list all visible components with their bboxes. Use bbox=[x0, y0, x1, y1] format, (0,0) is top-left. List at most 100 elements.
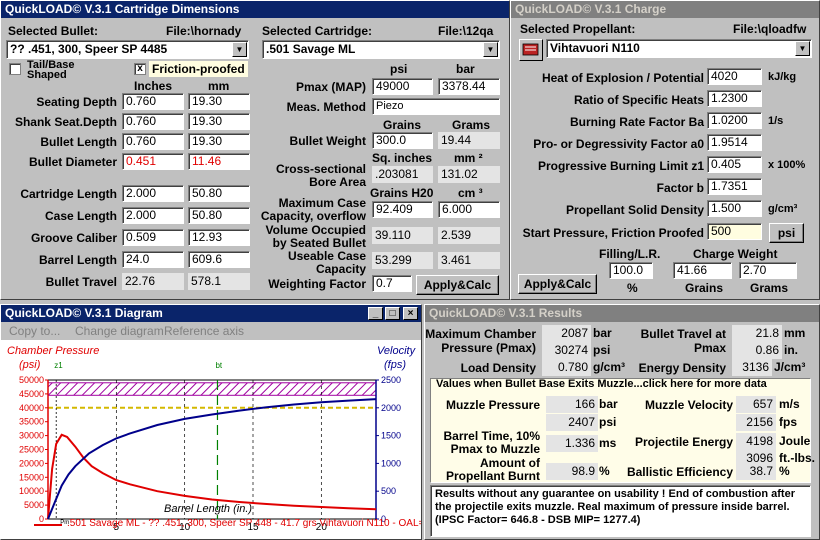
muzzle-pressure-psi-unit: psi bbox=[599, 415, 617, 429]
rows2-inches-field-0[interactable]: 2.000 bbox=[122, 185, 184, 202]
friction-proofed-checkbox[interactable]: x bbox=[134, 63, 146, 75]
y-left-tick-label: 10000 bbox=[19, 486, 44, 496]
charge-param-field-0[interactable]: 4020 bbox=[707, 68, 762, 85]
propellant-file-label: File:\qloadfw bbox=[733, 22, 807, 36]
useable-case-label-1: Useable Case bbox=[287, 249, 366, 263]
charge-param-unit-4: x 100% bbox=[768, 159, 806, 171]
bullet-travel-in-value: 0.86 bbox=[732, 342, 782, 359]
barrel-time-unit: ms bbox=[599, 436, 617, 450]
projectile-energy-joule-unit: Joule bbox=[779, 434, 811, 448]
rows1-mm-field-1[interactable]: 19.30 bbox=[188, 113, 250, 130]
charge-apply-calc-button[interactable]: Apply&Calc bbox=[518, 274, 597, 294]
load-density-label: Load Density bbox=[460, 361, 536, 375]
muzzle-velocity-fps-unit: fps bbox=[779, 415, 797, 429]
propellant-db-icon[interactable] bbox=[519, 39, 543, 61]
filling-field[interactable]: 100.0 bbox=[609, 262, 653, 279]
pmax-psi-field[interactable]: 49000 bbox=[372, 78, 433, 95]
close-icon[interactable]: × bbox=[403, 307, 418, 320]
rows2-inches-field-1[interactable]: 2.000 bbox=[122, 207, 184, 224]
menu-change-diagram[interactable]: Change diagram bbox=[75, 324, 164, 338]
volume-occupied-label-2: by Seated Bullet bbox=[272, 236, 366, 250]
pmax-bar-field[interactable]: 3378.44 bbox=[438, 78, 500, 95]
max-case-label-2: Capacity, overflow bbox=[260, 209, 366, 223]
diagram-window-title: QuickLOAD© V.3.1 Diagram _ □ × bbox=[1, 305, 421, 322]
y-right-tick-label: 2500 bbox=[381, 375, 401, 385]
propellant-select-value: Vihtavuori N110 bbox=[550, 41, 640, 55]
volume-occupied-grains-value: 39.110 bbox=[372, 227, 433, 244]
charge-param-field-2[interactable]: 1.0200 bbox=[707, 112, 762, 129]
barrel-time-label-2: Pmax to Muzzle bbox=[450, 442, 540, 456]
rows2-label-0: Cartridge Length bbox=[20, 187, 117, 201]
rows1-inches-field-3[interactable]: 0.451 bbox=[122, 153, 184, 170]
friction-proofed-label: Friction-proofed bbox=[149, 61, 248, 77]
rows2-mm-field-0[interactable]: 50.80 bbox=[188, 185, 250, 202]
menu-reference-axis[interactable]: Reference axis bbox=[164, 324, 244, 338]
rows1-label-2: Bullet Length bbox=[40, 135, 117, 149]
muzzle-velocity-fps-value: 2156 bbox=[736, 414, 776, 431]
meas-method-field[interactable]: Piezo bbox=[372, 98, 500, 115]
y-left-tick-label: 45000 bbox=[19, 389, 44, 399]
start-pressure-label: Start Pressure, Friction Proofed bbox=[522, 226, 704, 240]
muzzle-pressure-psi-value: 2407 bbox=[546, 414, 598, 431]
max-chamber-psi-value: 30274 bbox=[542, 342, 591, 359]
muzzle-values-title[interactable]: Values when Bullet Base Exits Muzzle...c… bbox=[436, 378, 767, 390]
charge-grams-field[interactable]: 2.70 bbox=[739, 262, 797, 279]
charge-grains-label: Grains bbox=[685, 281, 724, 295]
propellant-burnt-label-2: Propellant Burnt bbox=[445, 469, 540, 483]
max-case-label-1: Maximum Case bbox=[278, 196, 366, 210]
menu-copy-to[interactable]: Copy to... bbox=[9, 324, 60, 338]
rows1-inches-field-0[interactable]: 0.760 bbox=[122, 93, 184, 110]
muzzle-values-box[interactable]: Values when Bullet Base Exits Muzzle...c… bbox=[430, 378, 815, 483]
rows1-inches-field-2[interactable]: 0.760 bbox=[122, 133, 184, 150]
load-density-value: 0.780 bbox=[542, 359, 591, 376]
col-mm: mm bbox=[208, 79, 230, 93]
rows2-inches-field-3[interactable]: 24.0 bbox=[122, 251, 184, 268]
y-left-tick-label: 50000 bbox=[19, 375, 44, 385]
cartridge-select[interactable]: .501 Savage ML ▼ bbox=[262, 40, 500, 59]
max-case-cm3-field[interactable]: 6.000 bbox=[438, 201, 500, 218]
load-density-unit: g/cm³ bbox=[593, 360, 626, 374]
rows1-inches-field-1[interactable]: 0.760 bbox=[122, 113, 184, 130]
rows2-label-1: Case Length bbox=[44, 209, 117, 223]
energy-density-unit: J/cm³ bbox=[774, 360, 806, 374]
filling-label: Filling/L.R. bbox=[599, 247, 661, 261]
charge-param-field-1[interactable]: 1.2300 bbox=[707, 90, 762, 107]
tail-base-checkbox[interactable] bbox=[9, 63, 21, 75]
cross-section-sqin-value: .203081 bbox=[372, 166, 433, 183]
selected-propellant-label: Selected Propellant: bbox=[520, 22, 636, 36]
max-case-grains-field[interactable]: 92.409 bbox=[372, 201, 433, 218]
rows1-mm-field-0[interactable]: 19.30 bbox=[188, 93, 250, 110]
charge-grains-field[interactable]: 41.66 bbox=[673, 262, 732, 279]
projectile-energy-joule-value: 4198 bbox=[736, 433, 776, 450]
rows2-inches-field-2[interactable]: 0.509 bbox=[122, 229, 184, 246]
results-window-title: QuickLOAD© V.3.1 Results bbox=[425, 305, 819, 322]
charge-param-field-6[interactable]: 1.500 bbox=[707, 200, 762, 217]
chevron-down-icon[interactable]: ▼ bbox=[232, 42, 247, 57]
chevron-down-icon[interactable]: ▼ bbox=[483, 42, 498, 57]
rows2-mm-field-2[interactable]: 12.93 bbox=[188, 229, 250, 246]
max-chamber-bar-value: 2087 bbox=[542, 325, 591, 342]
start-pressure-unit-button[interactable]: psi bbox=[769, 223, 804, 243]
charge-param-field-5[interactable]: 1.7351 bbox=[707, 178, 762, 195]
charge-param-field-3[interactable]: 1.9514 bbox=[707, 134, 762, 151]
maximize-icon[interactable]: □ bbox=[385, 307, 400, 320]
muzzle-velocity-ms-value: 657 bbox=[736, 396, 776, 413]
bullet-weight-grains-field[interactable]: 300.0 bbox=[372, 132, 433, 149]
rows2-mm-field-1[interactable]: 50.80 bbox=[188, 207, 250, 224]
rows2-mm-field-3[interactable]: 609.6 bbox=[188, 251, 250, 268]
chevron-down-icon[interactable]: ▼ bbox=[795, 41, 810, 56]
rows1-mm-field-2[interactable]: 19.30 bbox=[188, 133, 250, 150]
results-note: Results without any guarantee on usabili… bbox=[430, 485, 811, 537]
bullet-select[interactable]: ?? .451, 300, Speer SP 4485 ▼ bbox=[6, 40, 249, 59]
apply-calc-button[interactable]: Apply&Calc bbox=[416, 275, 499, 295]
minimize-icon[interactable]: _ bbox=[368, 307, 383, 320]
y-right-tick-label: 1500 bbox=[381, 431, 401, 441]
charge-param-field-4[interactable]: 0.405 bbox=[707, 156, 762, 173]
start-pressure-field[interactable]: 500 bbox=[707, 223, 762, 240]
propellant-select[interactable]: Vihtavuori N110 ▼ bbox=[546, 39, 812, 58]
weighting-factor-field[interactable]: 0.7 bbox=[372, 275, 412, 292]
bullet-travel-label-1: Bullet Travel at bbox=[640, 327, 726, 341]
rows1-mm-field-3[interactable]: 11.46 bbox=[188, 153, 250, 170]
rows1-label-1: Shank Seat.Depth bbox=[14, 115, 117, 129]
col-mm2: mm ² bbox=[454, 151, 483, 165]
